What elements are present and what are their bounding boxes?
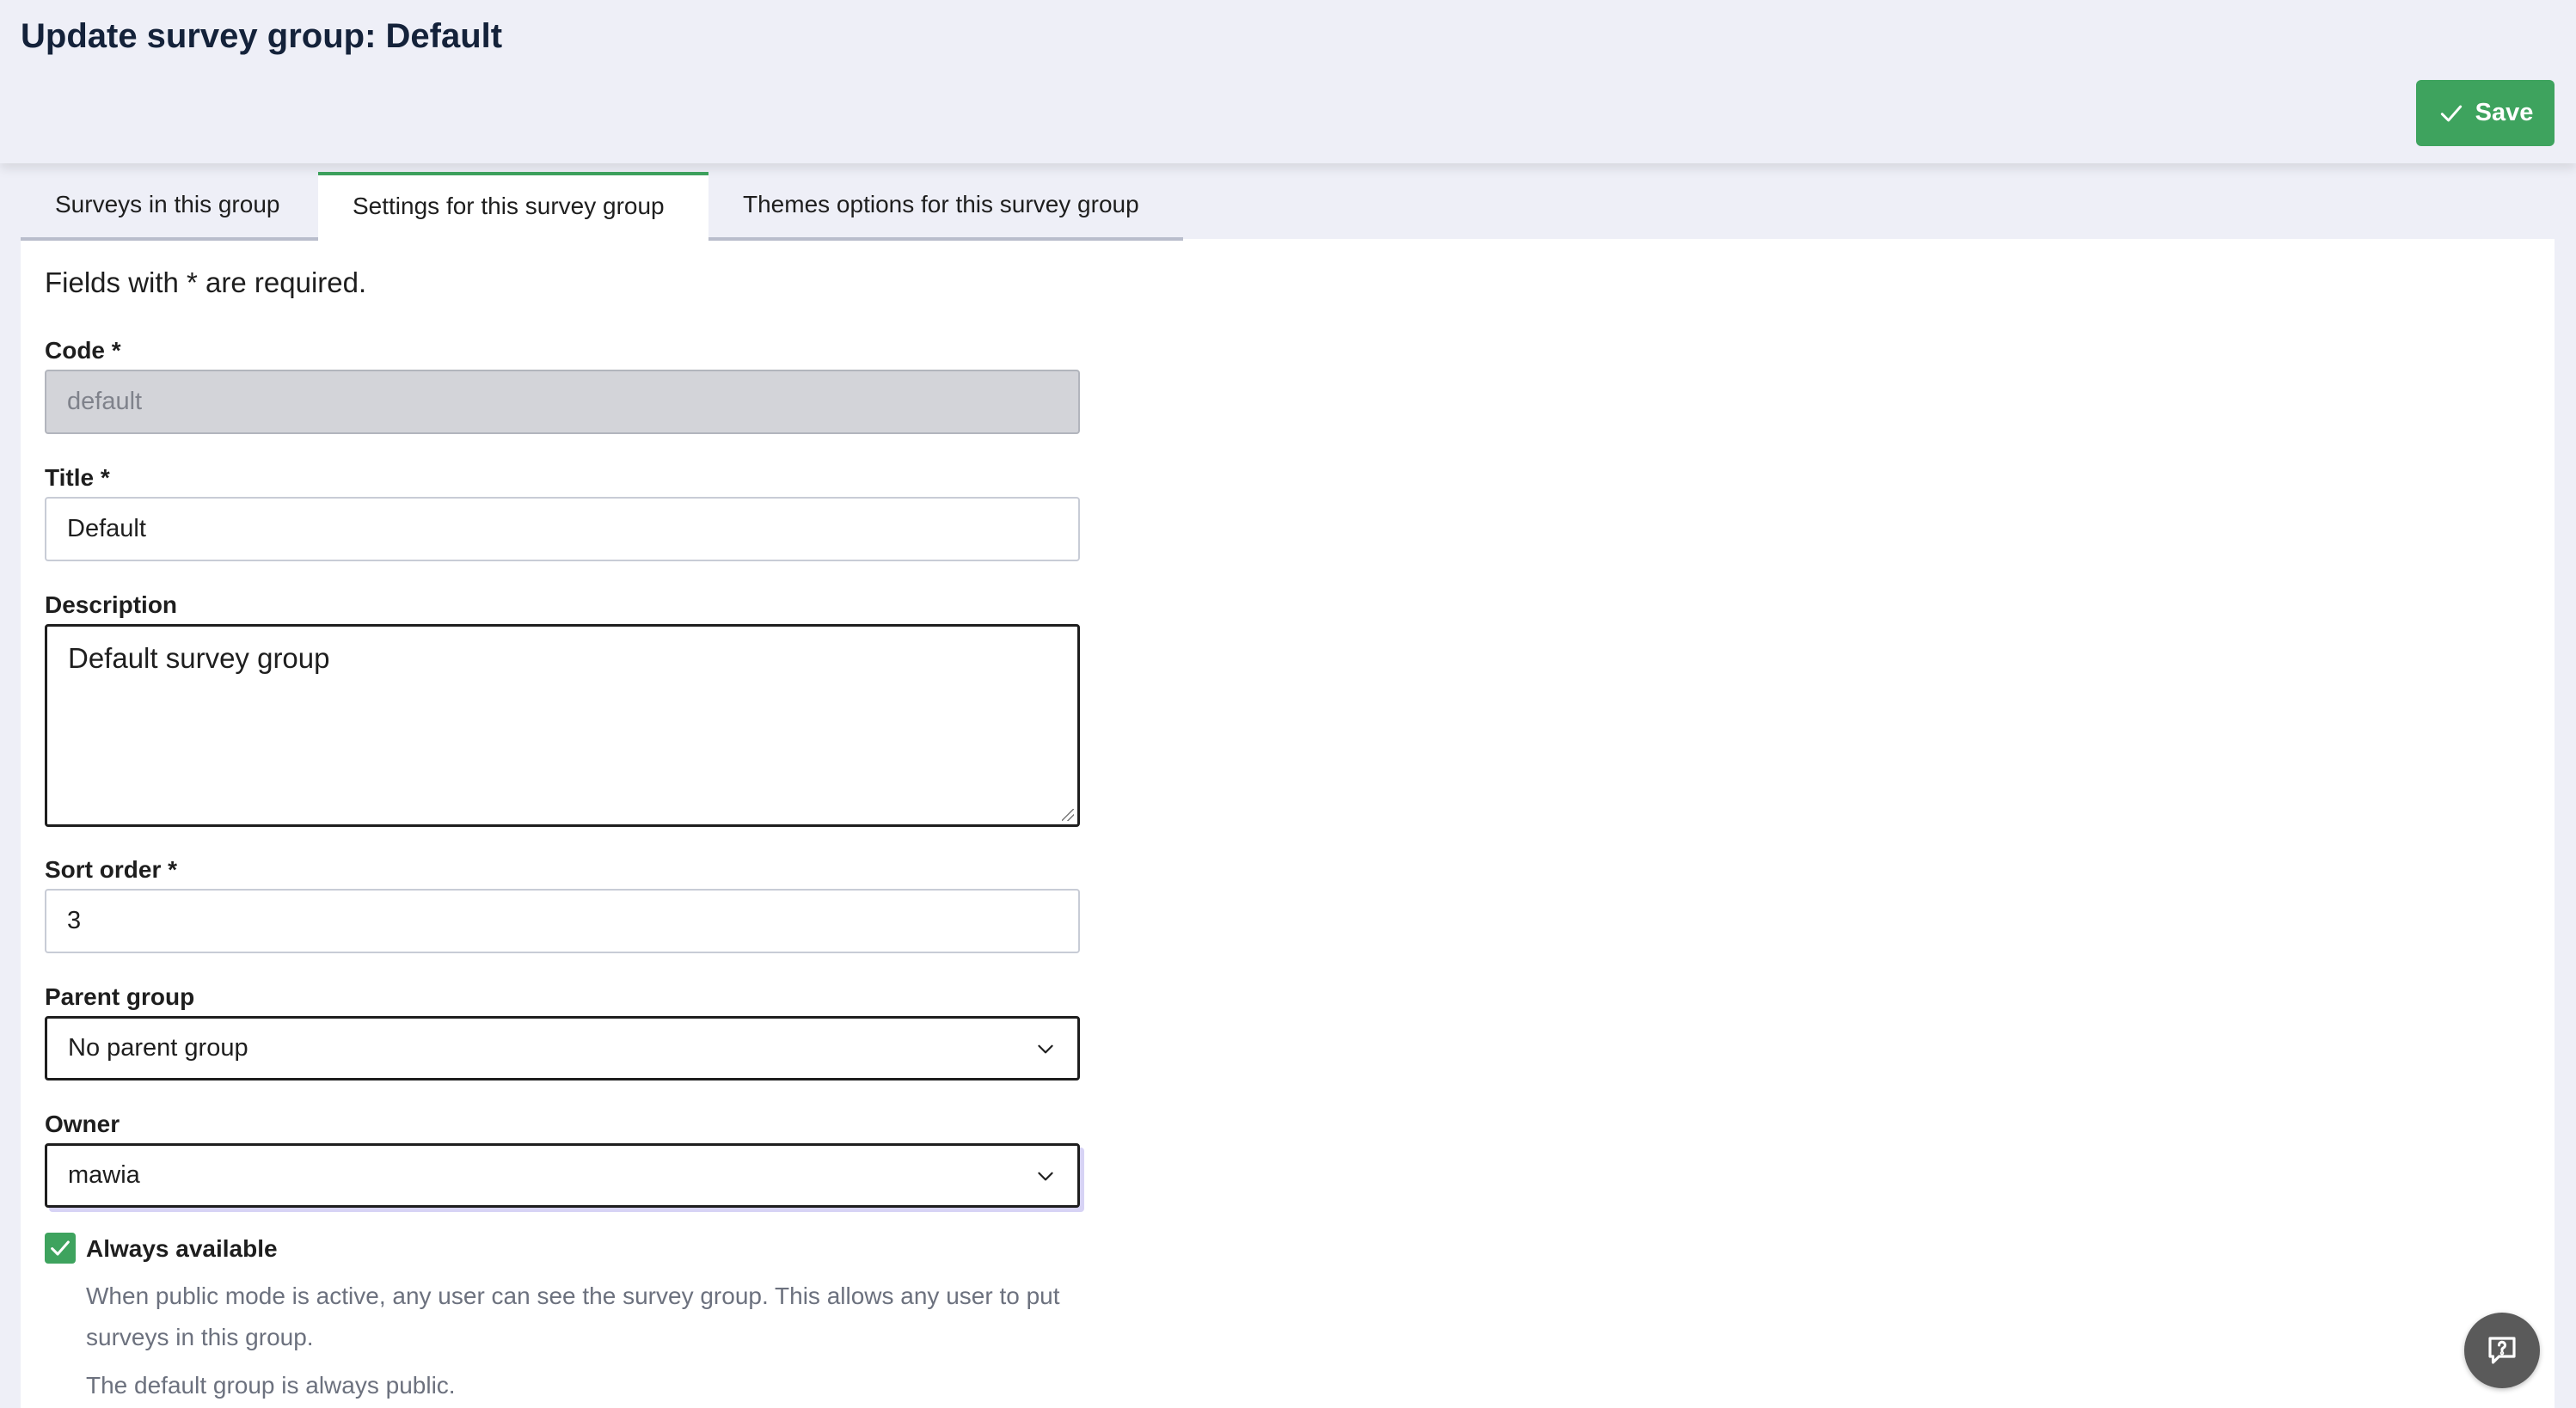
save-button[interactable]: Save [2416, 80, 2555, 146]
description-textarea[interactable]: Default survey group [45, 624, 1080, 827]
tab-bar: Surveys in this group Settings for this … [21, 172, 1183, 241]
always-available-help: When public mode is active, any user can… [86, 1283, 1060, 1350]
sort-order-label: Sort order * [45, 856, 178, 883]
checkmark-icon [51, 1240, 70, 1256]
parent-group-label: Parent group [45, 983, 195, 1010]
tab-settings[interactable]: Settings for this survey group [318, 172, 708, 241]
owner-label: Owner [45, 1111, 120, 1137]
parent-group-select[interactable]: No parent group [45, 1016, 1080, 1080]
code-field: default [45, 370, 1080, 434]
help-chat-icon [2488, 1337, 2516, 1364]
always-available-checkbox[interactable] [45, 1233, 76, 1264]
chevron-down-icon [1038, 1172, 1053, 1180]
tab-themes-options[interactable]: Themes options for this survey group [708, 172, 1183, 241]
save-button-label: Save [2475, 99, 2534, 126]
sort-order-field[interactable]: 3 [45, 889, 1080, 953]
code-label: Code * [45, 337, 121, 364]
chevron-down-icon [1038, 1044, 1053, 1053]
description-text: Default survey group [68, 642, 330, 674]
title-label: Title * [45, 464, 110, 491]
page-title: Update survey group: Default [21, 17, 503, 55]
owner-select[interactable]: mawia [45, 1143, 1080, 1208]
title-field[interactable]: Default [45, 497, 1080, 561]
help-chat-button[interactable] [2464, 1313, 2540, 1388]
always-available-label: Always available [86, 1235, 278, 1262]
parent-group-value: No parent group [68, 1034, 248, 1062]
owner-value: mawia [68, 1161, 140, 1189]
page-header: Update survey group: Default Save [0, 0, 2576, 163]
description-label: Description [45, 591, 178, 618]
resize-handle-icon[interactable] [1062, 809, 1074, 821]
default-group-public-note: The default group is always public. [86, 1372, 456, 1399]
required-note: Fields with * are required. [45, 266, 367, 298]
check-icon [2440, 105, 2462, 121]
tab-surveys-in-group[interactable]: Surveys in this group [21, 172, 318, 241]
